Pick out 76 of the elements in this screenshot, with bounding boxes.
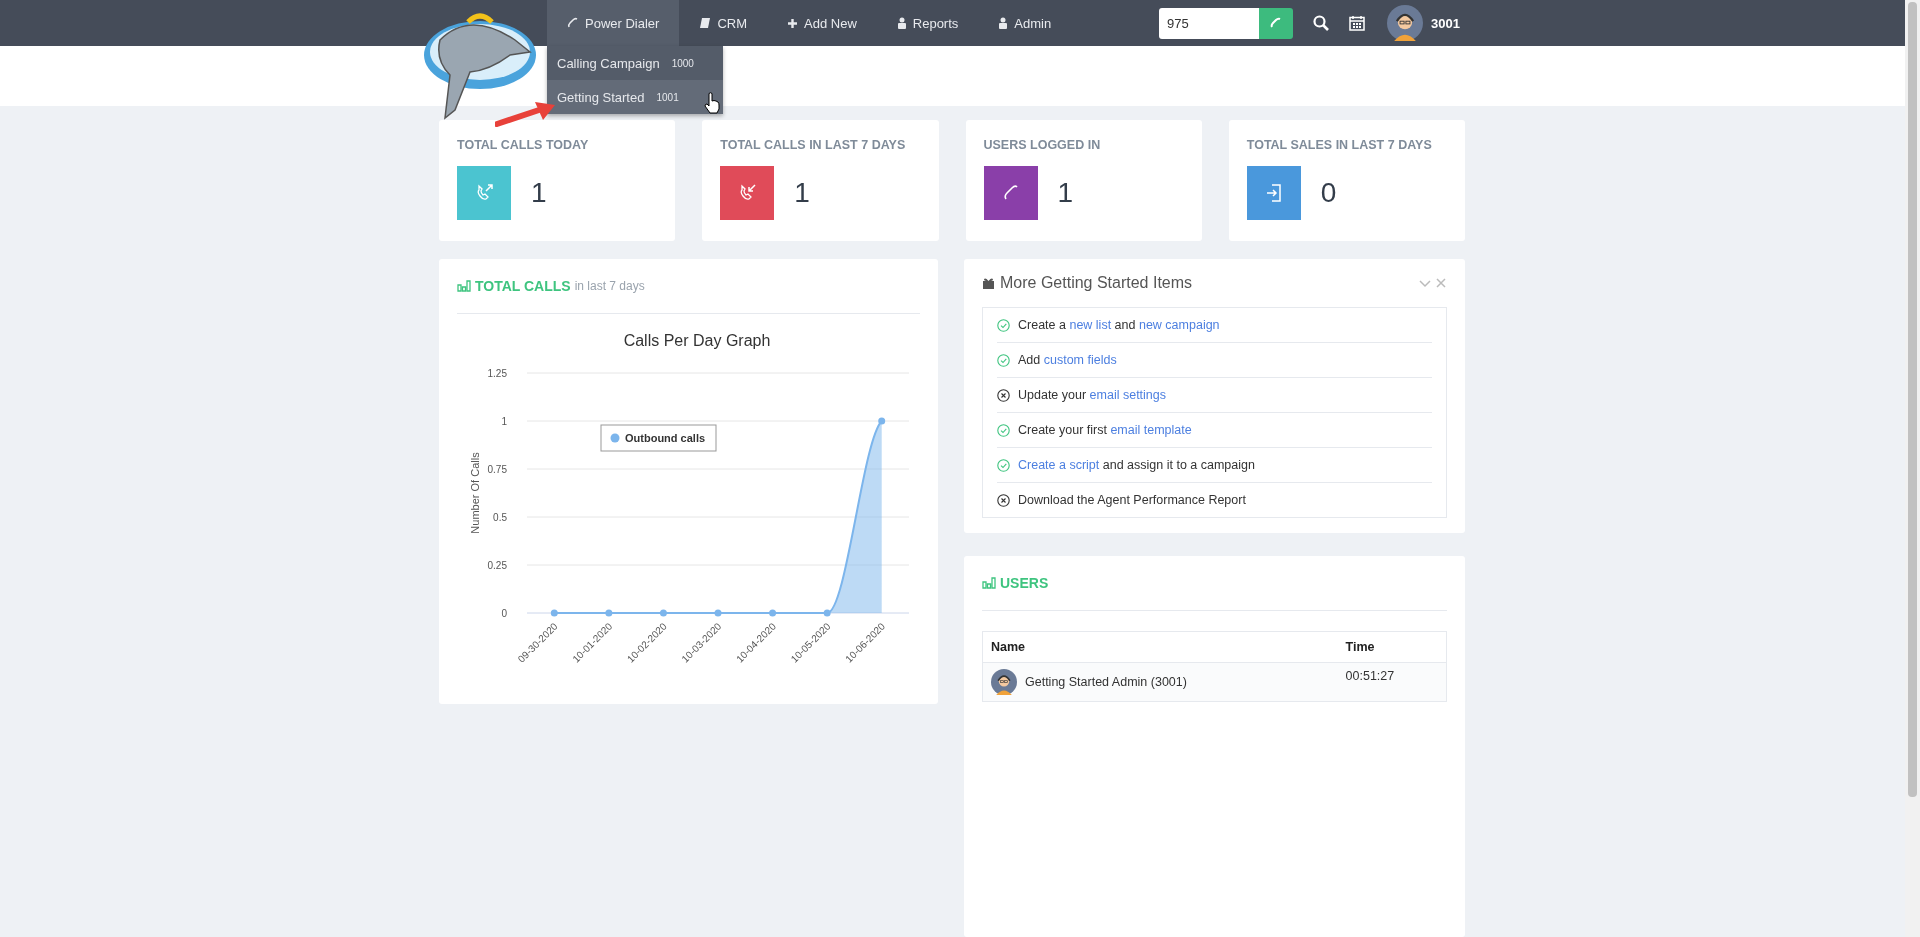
stat-title: TOTAL SALES IN LAST 7 DAYS (1246, 138, 1433, 152)
link[interactable]: new campaign (1138, 318, 1220, 332)
user-icon (998, 17, 1009, 29)
bar-chart-icon (457, 280, 471, 292)
table-cell: 00:51:27 (1337, 662, 1447, 702)
panel-subtitle: in last 7 days (574, 279, 645, 293)
collapse-icon[interactable] (1419, 277, 1431, 289)
axis-label: Number Of Calls (469, 452, 481, 534)
panel-title: TOTAL CALLS (475, 278, 571, 294)
data-point[interactable] (823, 609, 831, 617)
column-header: Time (1337, 631, 1447, 663)
avatar-icon (991, 669, 1017, 695)
menu-item-count: 1000 (671, 57, 694, 69)
checklist-text: Create a script and assign it to a campaign (1018, 458, 1255, 472)
axis-tick-label: 0 (501, 608, 507, 619)
link[interactable]: email settings (1089, 388, 1167, 402)
menu-item-count: 1001 (656, 91, 679, 103)
phone-icon (567, 17, 579, 29)
link[interactable]: new list (1069, 318, 1112, 332)
axis-tick-label: 0.25 (487, 560, 507, 571)
data-point[interactable] (550, 609, 558, 617)
data-point[interactable] (605, 609, 613, 617)
chart-legend[interactable]: Outbound calls (600, 424, 717, 452)
nav-tab[interactable]: CRM (679, 0, 768, 46)
stat-value: 0 (1320, 177, 1337, 209)
data-point[interactable] (659, 609, 667, 617)
nav-tab[interactable]: Admin (978, 0, 1072, 46)
menu-item[interactable]: Calling Campaign 1000 (547, 46, 723, 80)
axis-tick-label: 0.5 (493, 512, 507, 523)
call-button[interactable] (1259, 7, 1294, 39)
menu-item[interactable]: Getting Started 1001 (547, 80, 723, 114)
user-icon (896, 17, 907, 29)
dial-input-field[interactable]: 975 (1159, 7, 1260, 39)
link[interactable]: custom fields (1043, 353, 1117, 367)
legend-label: Outbound calls (625, 432, 706, 444)
nav-tab[interactable]: Add New (767, 0, 877, 46)
bar-chart-icon (982, 577, 996, 589)
chart-title: Calls Per Day Graph (623, 332, 771, 349)
stat-value: 1 (1057, 177, 1074, 209)
phone-icon (1270, 17, 1283, 29)
nav-tab[interactable]: Power Dialer (547, 0, 680, 46)
checklist-text: Add custom fields (1018, 353, 1117, 367)
close-icon[interactable] (1435, 277, 1447, 289)
axis-tick-label: 1 (501, 416, 507, 427)
stat-value: 1 (794, 177, 810, 209)
column-header: Name (982, 631, 1338, 663)
nav-tab[interactable]: Reports (876, 0, 979, 46)
calendar-icon[interactable] (1349, 15, 1366, 31)
stat-title: TOTAL CALLS IN LAST 7 DAYS (720, 138, 907, 152)
axis-tick-label: 1.25 (487, 368, 507, 379)
user-name[interactable]: 3001 (1431, 15, 1460, 31)
panel-title: USERS (1000, 575, 1049, 591)
scrollbar[interactable] (1905, 0, 1920, 937)
checklist-text: Create a new list and new campaign (1018, 318, 1220, 332)
annotation-arrow (495, 100, 557, 128)
link[interactable]: email template (1110, 423, 1192, 437)
link[interactable]: Create a script (1018, 458, 1100, 472)
data-point[interactable] (769, 609, 777, 617)
checklist-text: Update your email settings (1018, 388, 1167, 402)
data-point[interactable] (714, 609, 722, 617)
book-icon (699, 17, 712, 29)
axis-tick-label: 0.75 (487, 464, 507, 475)
stat-title: TOTAL CALLS TODAY (457, 138, 590, 152)
stat-value: 1 (531, 177, 547, 209)
table-cell: Getting Started Admin (3001) (1025, 675, 1187, 689)
data-point[interactable] (878, 417, 886, 425)
scrollbar-thumb[interactable] (1908, 2, 1917, 797)
gift-icon (982, 277, 995, 289)
stat-title: USERS LOGGED IN (983, 138, 1102, 152)
plus-icon (787, 17, 799, 29)
checklist-text: Download the Agent Performance Report (1018, 493, 1246, 507)
checklist-text: Create your first email template (1018, 423, 1192, 437)
hand-cursor-icon (704, 92, 720, 114)
avatar-icon (1387, 5, 1424, 41)
panel-title: More Getting Started Items (1000, 274, 1193, 292)
search-icon[interactable] (1313, 15, 1330, 31)
